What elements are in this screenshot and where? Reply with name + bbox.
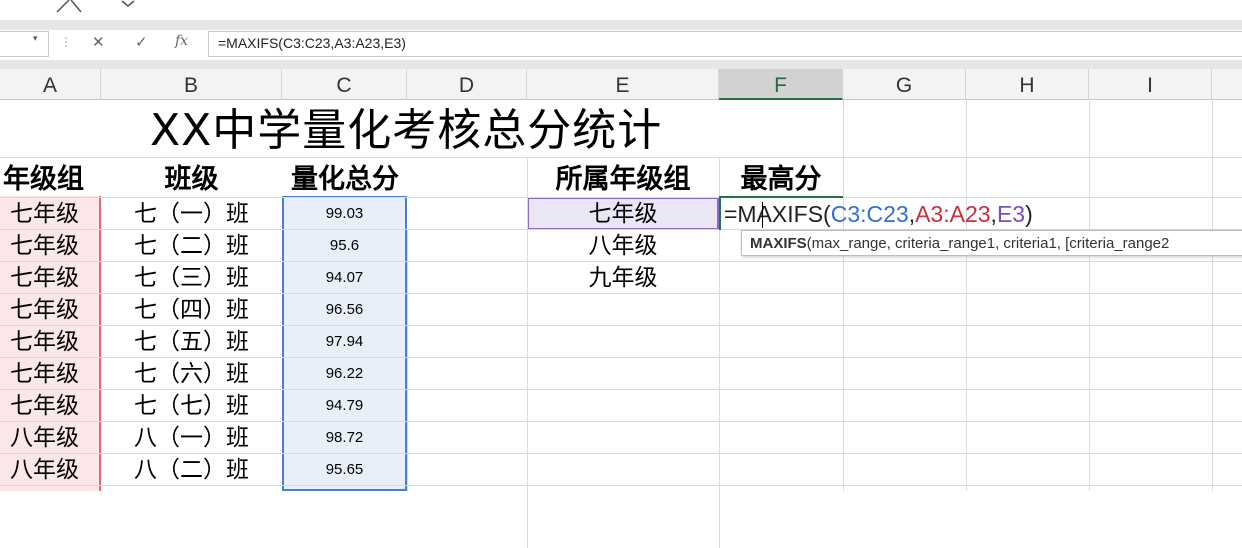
formula-text: =MAXIFS(C3:C23,A3:A23,E3) xyxy=(218,35,406,51)
class-cell[interactable]: 七（七）班 xyxy=(101,390,282,422)
cell-editor[interactable]: =MAXIFS(C3:C23,A3:A23,E3) xyxy=(724,199,1033,229)
editor-suffix: ) xyxy=(1025,201,1033,227)
header-class[interactable]: 班级 xyxy=(101,160,282,200)
grade-list-item[interactable]: 九年级 xyxy=(527,262,719,294)
grade-cell[interactable]: 七年级 xyxy=(0,198,101,230)
class-cell[interactable]: 七（一）班 xyxy=(101,198,282,230)
class-cell[interactable]: 七（二）班 xyxy=(101,230,282,262)
grade-cell[interactable]: 七年级 xyxy=(0,390,101,422)
grade-cell[interactable]: 七年级 xyxy=(0,294,101,326)
cancel-icon[interactable]: ✕ xyxy=(92,33,105,51)
header-grade-group[interactable]: 年级组 xyxy=(0,160,101,200)
column-header-i[interactable]: I xyxy=(1089,69,1212,100)
grade-cell[interactable]: 八年级 xyxy=(0,422,101,454)
column-header-g[interactable]: G xyxy=(843,69,966,100)
score-cell[interactable]: 99.03 xyxy=(282,198,407,230)
score-cell[interactable]: 96.56 xyxy=(282,294,407,326)
column-header-d[interactable]: D xyxy=(407,69,527,100)
column-header-e[interactable]: E xyxy=(527,69,719,100)
function-tooltip[interactable]: MAXIFS(max_range, criteria_range1, crite… xyxy=(741,230,1242,256)
ribbon-separator xyxy=(0,20,1242,30)
class-cell[interactable]: 八（二）班 xyxy=(101,454,282,486)
column-header-h[interactable]: H xyxy=(966,69,1089,100)
editor-arg1: C3:C23 xyxy=(830,201,909,227)
editor-prefix: =MAXIFS( xyxy=(724,201,831,227)
score-cell[interactable]: 98.72 xyxy=(282,422,407,454)
chevron-down-icon[interactable] xyxy=(120,0,136,8)
grid-line xyxy=(407,230,408,491)
column-header-b[interactable]: B xyxy=(101,69,282,100)
class-cell[interactable]: 七（三）班 xyxy=(101,262,282,294)
score-cell[interactable]: 97.94 xyxy=(282,326,407,358)
score-cell[interactable]: 94.79 xyxy=(282,390,407,422)
score-cell[interactable]: 95.65 xyxy=(282,454,407,486)
formula-bar-grip-icon[interactable]: ⋮ xyxy=(60,35,72,49)
header-max-score[interactable]: 最高分 xyxy=(719,160,843,200)
class-cell[interactable]: 七（五）班 xyxy=(101,326,282,358)
header-belongs-grade-group[interactable]: 所属年级组 xyxy=(527,160,719,200)
grade-list-item[interactable]: 八年级 xyxy=(527,230,719,262)
grade-cell[interactable]: 七年级 xyxy=(0,358,101,390)
enter-icon[interactable]: ✓ xyxy=(135,33,148,51)
grid-line xyxy=(1212,100,1213,491)
formula-bar-separator xyxy=(0,60,1242,69)
sheet-title[interactable]: XX中学量化考核总分统计 xyxy=(150,103,662,159)
grid-line xyxy=(966,100,967,491)
tooltip-arguments: (max_range, criteria_range1, criteria1, … xyxy=(806,235,1170,252)
score-cell[interactable]: 94.07 xyxy=(282,262,407,294)
insert-function-icon[interactable]: fx xyxy=(175,33,188,49)
column-header-j[interactable] xyxy=(1212,69,1242,100)
grade-list-item[interactable]: 七年级 xyxy=(527,198,719,230)
score-cell[interactable]: 96.22 xyxy=(282,358,407,390)
undo-icon[interactable] xyxy=(55,0,85,14)
grid-line xyxy=(843,100,844,491)
grade-cell[interactable]: 七年级 xyxy=(0,230,101,262)
ribbon-edge xyxy=(0,0,1242,20)
text-cursor xyxy=(762,202,763,228)
class-cell[interactable]: 八（一）班 xyxy=(101,422,282,454)
grade-cell[interactable]: 七年级 xyxy=(0,262,101,294)
grade-cell[interactable]: 七年级 xyxy=(0,326,101,358)
class-cell[interactable]: 七（六）班 xyxy=(101,358,282,390)
score-cell[interactable]: 95.6 xyxy=(282,230,407,262)
column-header-a[interactable]: A xyxy=(0,69,101,100)
name-box-dropdown-icon[interactable]: ▾ xyxy=(33,34,38,44)
tooltip-function-name[interactable]: MAXIFS xyxy=(750,235,807,252)
column-header-f[interactable]: F xyxy=(719,69,843,100)
column-header-c[interactable]: C xyxy=(282,69,407,100)
grid-line xyxy=(1089,100,1090,491)
editor-arg3: E3 xyxy=(996,201,1026,227)
name-box[interactable] xyxy=(0,31,49,57)
editor-arg2: A3:A23 xyxy=(915,201,991,227)
header-total-score[interactable]: 量化总分 xyxy=(270,160,420,200)
class-cell[interactable]: 七（四）班 xyxy=(101,294,282,326)
grade-cell[interactable]: 八年级 xyxy=(0,454,101,486)
